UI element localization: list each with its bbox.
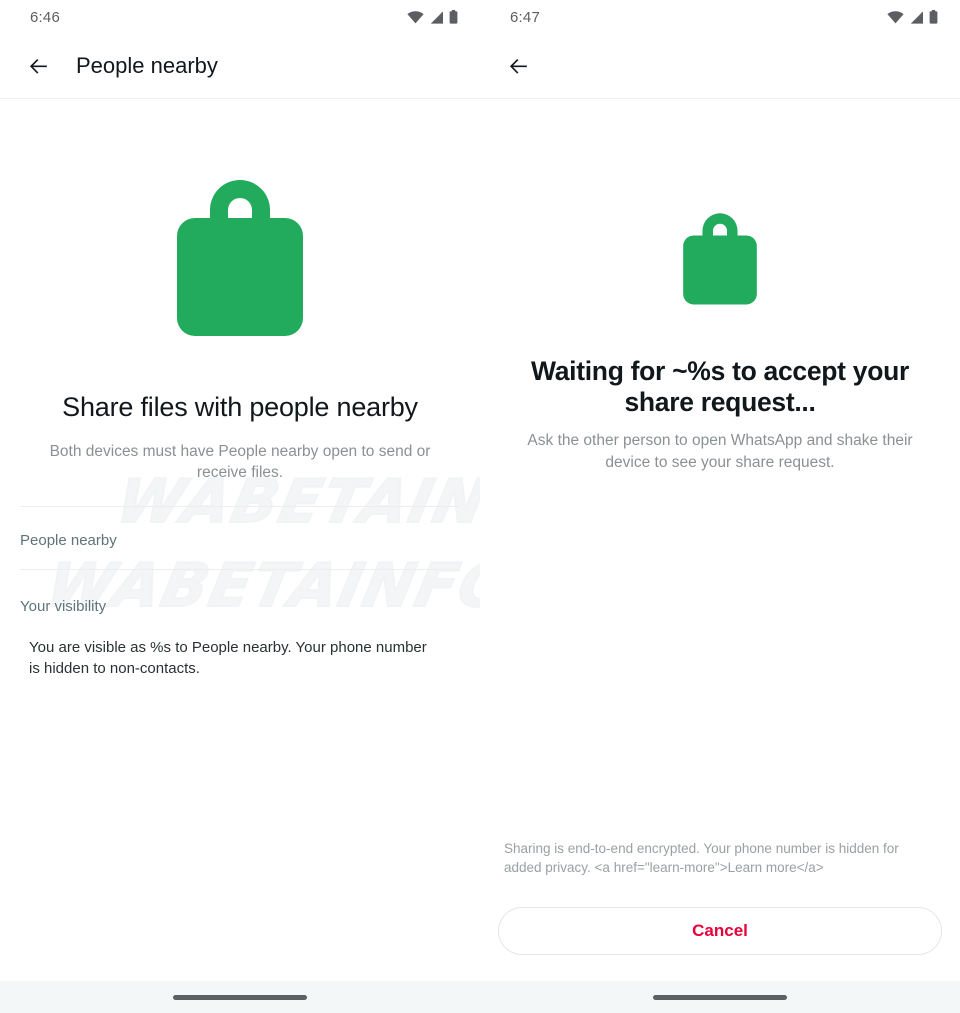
home-gesture-pill[interactable] <box>653 994 787 1000</box>
wifi-icon <box>407 10 424 24</box>
content-area: WABETAINFO WABETAINFO WABETAINFO Waiting… <box>480 99 960 981</box>
lock-illustration <box>0 158 480 343</box>
hero-title: Share files with people nearby <box>62 392 418 422</box>
signal-icon <box>909 10 924 24</box>
content-area: WABETAINFO WABETAINFO Share files with p… <box>0 99 480 981</box>
back-button[interactable] <box>18 46 58 86</box>
section-header-your-visibility: Your visibility <box>20 597 107 615</box>
screen-people-nearby: 6:46 People nearby WABETAINFO WABETAINFO… <box>0 0 480 1013</box>
status-bar-clock: 6:46 <box>30 8 60 26</box>
battery-icon <box>929 10 938 24</box>
dual-screenshot-container: 6:46 People nearby WABETAINFO WABETAINFO… <box>0 0 960 1013</box>
system-nav-bar <box>480 981 960 1013</box>
hero-subtitle: Ask the other person to open WhatsApp an… <box>527 432 913 471</box>
hero-subtitle: Both devices must have People nearby ope… <box>49 443 431 482</box>
visibility-description: You are visible as %s to People nearby. … <box>29 638 427 678</box>
app-bar: People nearby <box>0 34 480 98</box>
page-title: People nearby <box>76 53 218 78</box>
status-bar: 6:47 <box>480 0 960 34</box>
status-bar-icons <box>407 10 458 24</box>
app-bar <box>480 34 960 98</box>
system-nav-bar <box>0 981 480 1013</box>
status-bar-clock: 6:47 <box>510 8 540 26</box>
flex-spacer <box>480 473 960 839</box>
wifi-icon <box>887 10 904 24</box>
cancel-button-label: Cancel <box>692 921 748 940</box>
battery-icon <box>449 10 458 24</box>
home-gesture-pill[interactable] <box>173 994 307 1000</box>
cancel-button[interactable]: Cancel <box>498 907 942 955</box>
section-header-people-nearby[interactable]: People nearby <box>0 507 480 569</box>
hero-title: Waiting for ~%s to accept your share req… <box>530 356 909 417</box>
lock-illustration <box>480 199 960 312</box>
flex-spacer <box>0 679 480 981</box>
signal-icon <box>429 10 444 24</box>
back-button[interactable] <box>498 46 538 86</box>
encryption-note: Sharing is end-to-end encrypted. Your ph… <box>504 840 899 876</box>
screen-waiting-for-accept: 6:47 WABETAINFO WABETAINFO <box>480 0 960 1013</box>
lock-icon <box>682 199 758 312</box>
lock-icon <box>175 158 305 343</box>
status-bar: 6:46 <box>0 0 480 34</box>
status-bar-icons <box>887 10 938 24</box>
